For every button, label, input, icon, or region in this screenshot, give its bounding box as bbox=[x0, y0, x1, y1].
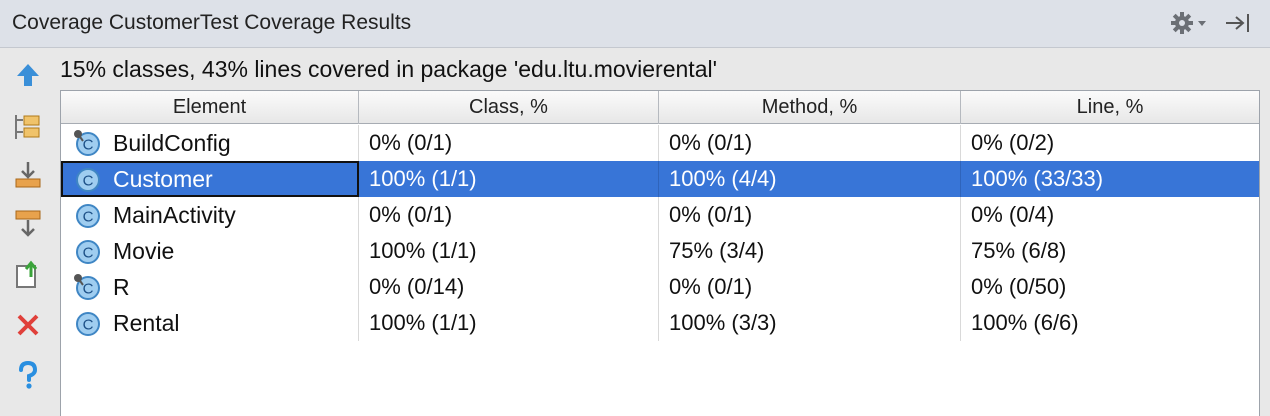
line-coverage-cell: 75% (6/8) bbox=[971, 238, 1067, 263]
class-coverage-cell: 100% (1/1) bbox=[359, 233, 659, 269]
class-icon: C bbox=[73, 309, 101, 337]
table-row[interactable]: C Movie 100% (1/1) 75% (3/4) 75% (6/8) bbox=[61, 233, 1259, 269]
panel-title: Coverage CustomerTest Coverage Results bbox=[12, 11, 412, 34]
method-coverage-cell: 0% (0/1) bbox=[659, 197, 961, 233]
column-header-class[interactable]: Class, % bbox=[359, 91, 659, 124]
element-name: BuildConfig bbox=[113, 129, 231, 156]
table-row[interactable]: C Customer 100% (1/1) 100% (4/4) 100% (33/33… bbox=[61, 161, 1259, 197]
class-coverage-cell: 100% (1/1) bbox=[359, 305, 659, 341]
class-coverage-cell: 0% (0/1) bbox=[359, 125, 659, 161]
svg-text:C: C bbox=[83, 137, 94, 154]
hide-panel-icon[interactable] bbox=[1222, 8, 1256, 38]
import-icon[interactable] bbox=[12, 159, 44, 191]
svg-text:C: C bbox=[83, 173, 94, 190]
element-name: MainActivity bbox=[113, 201, 236, 228]
method-coverage-cell: 100% (4/4) bbox=[659, 161, 961, 197]
method-coverage-cell: 75% (3/4) bbox=[659, 233, 961, 269]
line-coverage-cell: 0% (0/4) bbox=[971, 202, 1055, 227]
element-cell: C Customer bbox=[61, 161, 359, 197]
table-row[interactable]: C BuildConfig 0% (0/1) 0% (0/1) 0% (0/2) bbox=[61, 125, 1259, 161]
svg-text:C: C bbox=[83, 245, 94, 262]
class-icon: C bbox=[73, 237, 101, 265]
table-row[interactable]: C MainActivity 0% (0/1) 0% (0/1) 0% (0/4) bbox=[61, 197, 1259, 233]
flatten-packages-icon[interactable] bbox=[12, 111, 44, 143]
element-name: R bbox=[113, 273, 130, 300]
scroll-to-source-icon[interactable] bbox=[12, 207, 44, 239]
element-cell: C Movie bbox=[61, 233, 359, 269]
title-bar: Coverage CustomerTest Coverage Results bbox=[0, 0, 1270, 48]
class-icon: C bbox=[73, 273, 101, 301]
help-icon[interactable] bbox=[12, 359, 44, 391]
column-header-method[interactable]: Method, % bbox=[659, 91, 961, 124]
method-coverage-cell: 0% (0/1) bbox=[659, 125, 961, 161]
class-coverage-cell: 100% (1/1) bbox=[359, 161, 659, 197]
class-coverage-cell: 0% (0/14) bbox=[359, 269, 659, 305]
gear-icon[interactable] bbox=[1168, 8, 1210, 38]
method-coverage-cell: 100% (3/3) bbox=[659, 305, 961, 341]
element-name: Customer bbox=[113, 165, 213, 192]
class-icon: C bbox=[73, 165, 101, 193]
line-coverage-cell: 100% (33/33) bbox=[971, 166, 1104, 191]
element-cell: CR bbox=[61, 269, 359, 305]
element-cell: C BuildConfig bbox=[61, 125, 359, 161]
table-row[interactable]: C R 0% (0/14) 0% (0/1) 0% (0/50) bbox=[61, 269, 1259, 305]
up-arrow-icon[interactable] bbox=[12, 59, 44, 91]
element-cell: C MainActivity bbox=[61, 197, 359, 233]
coverage-summary: 15% classes, 43% lines covered in packag… bbox=[60, 56, 717, 82]
close-icon[interactable] bbox=[12, 309, 44, 341]
element-cell: C Rental bbox=[61, 305, 359, 341]
line-coverage-cell: 0% (0/50) bbox=[971, 274, 1067, 299]
line-coverage-cell: 100% (6/6) bbox=[971, 310, 1079, 335]
element-name: Movie bbox=[113, 237, 175, 264]
element-name: Rental bbox=[113, 309, 180, 336]
table-row[interactable]: C Rental 100% (1/1) 100% (3/3) 100% (6/6) bbox=[61, 305, 1259, 341]
svg-text:C: C bbox=[83, 317, 94, 334]
class-coverage-cell: 0% (0/1) bbox=[359, 197, 659, 233]
method-coverage-cell: 0% (0/1) bbox=[659, 269, 961, 305]
svg-text:C: C bbox=[83, 209, 94, 226]
export-icon[interactable] bbox=[12, 259, 44, 291]
table-header: Element Class, % Method, % Line, % bbox=[61, 91, 1259, 124]
coverage-table: Element Class, % Method, % Line, % C Buil… bbox=[60, 90, 1260, 416]
class-icon: C bbox=[73, 129, 101, 157]
column-header-element[interactable]: Element bbox=[61, 91, 359, 124]
class-icon: C bbox=[73, 201, 101, 229]
line-coverage-cell: 0% (0/2) bbox=[971, 130, 1055, 155]
svg-text:C: C bbox=[83, 281, 94, 298]
column-header-line[interactable]: Line, % bbox=[961, 91, 1259, 124]
left-toolbar bbox=[0, 49, 58, 416]
